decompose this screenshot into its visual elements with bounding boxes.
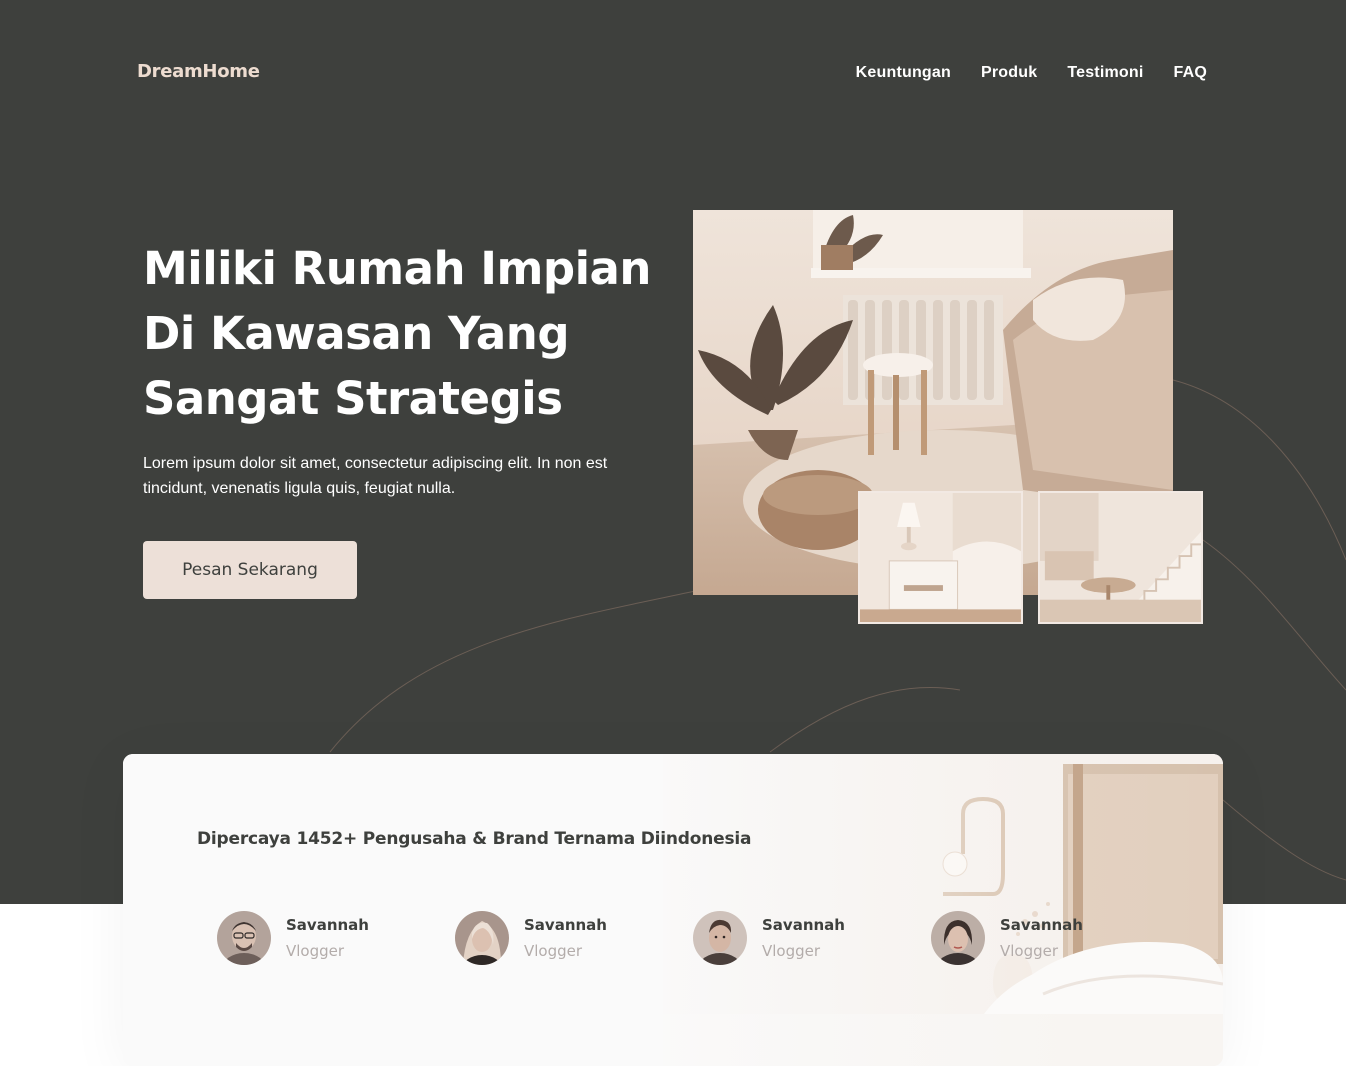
hero-description: Lorem ipsum dolor sit amet, consectetur … <box>143 455 608 497</box>
avatar <box>455 911 509 965</box>
testimonial-name: Savannah <box>286 916 369 934</box>
nav-item-keuntungan[interactable]: Keuntungan <box>856 64 951 82</box>
testimonial-name: Savannah <box>524 916 607 934</box>
brand-logo[interactable]: DreamHome <box>137 61 260 82</box>
order-now-button[interactable]: Pesan Sekarang <box>143 541 357 599</box>
trust-title: Dipercaya 1452+ Pengusaha & Brand Ternam… <box>197 829 752 849</box>
trust-background-fade <box>123 754 1223 1066</box>
trust-section: Dipercaya 1452+ Pengusaha & Brand Ternam… <box>123 754 1223 1066</box>
testimonial-item: Savannah Vlogger <box>931 911 1083 965</box>
bedroom-nightstand-photo <box>858 491 1023 624</box>
hero-title-line-1: Miliki Rumah Impian <box>143 242 651 295</box>
testimonial-role: Vlogger <box>762 942 821 960</box>
avatar <box>217 911 271 965</box>
hero-title: Miliki Rumah Impian Di Kawasan Yang Sang… <box>143 236 703 431</box>
hero-title-line-2: Di Kawasan Yang <box>143 307 570 360</box>
hero-title-line-3: Sangat Strategis <box>143 372 563 425</box>
testimonial-item: Savannah Vlogger <box>693 911 845 965</box>
avatar <box>931 911 985 965</box>
main-nav: Keuntungan Produk Testimoni FAQ <box>856 64 1207 82</box>
nav-item-testimoni[interactable]: Testimoni <box>1067 64 1143 82</box>
testimonial-name: Savannah <box>1000 916 1083 934</box>
testimonial-name: Savannah <box>762 916 845 934</box>
testimonial-role: Vlogger <box>524 942 583 960</box>
testimonial-role: Vlogger <box>286 942 345 960</box>
nav-item-faq[interactable]: FAQ <box>1174 64 1208 82</box>
testimonial-item: Savannah Vlogger <box>455 911 607 965</box>
avatar <box>693 911 747 965</box>
nav-item-produk[interactable]: Produk <box>981 64 1037 82</box>
testimonial-item: Savannah Vlogger <box>217 911 369 965</box>
testimonial-role: Vlogger <box>1000 942 1059 960</box>
staircase-interior-photo <box>1038 491 1203 624</box>
